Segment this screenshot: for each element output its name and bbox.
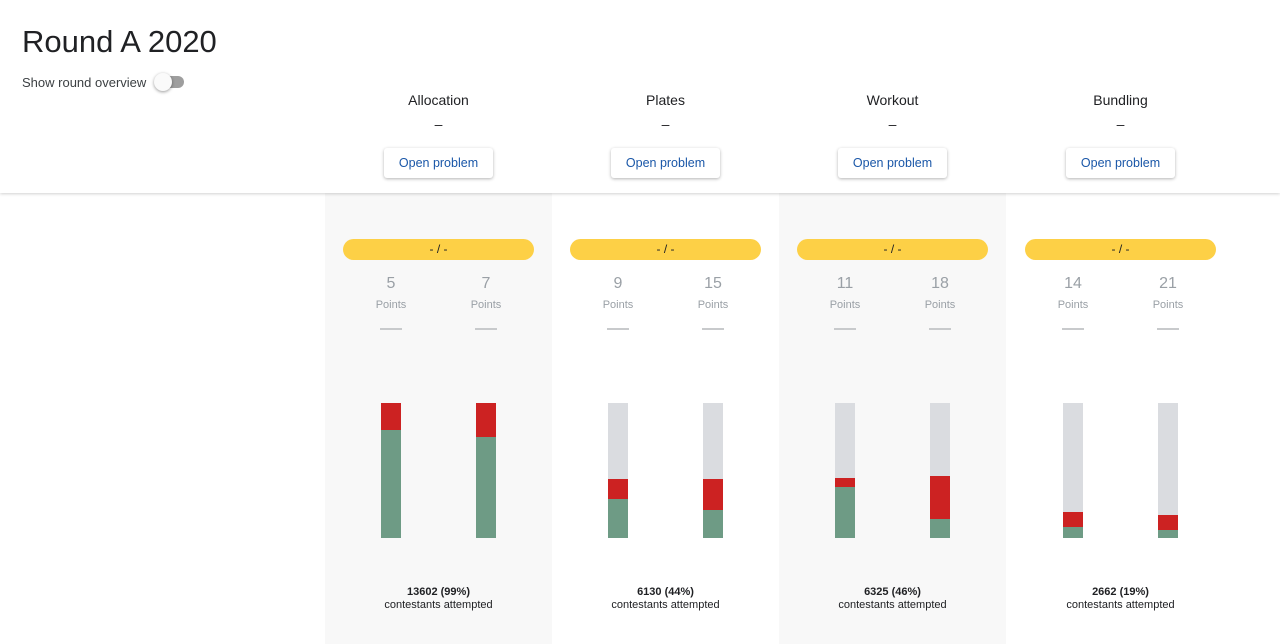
attempt-stats: 6130 (44%) contestants attempted	[552, 586, 779, 611]
attempt-label: contestants attempted	[1066, 599, 1175, 611]
subtask-points: 9	[613, 275, 623, 292]
subtask-bar	[1063, 403, 1083, 538]
subtask-points: 14	[1064, 275, 1082, 292]
subtask-score-dash	[380, 328, 402, 330]
attempt-label: contestants attempted	[611, 599, 720, 611]
bar-incorrect-segment	[835, 478, 855, 487]
problem-score: –	[1116, 116, 1125, 132]
subtask-points-label: Points	[697, 299, 729, 311]
attempt-label: contestants attempted	[838, 599, 947, 611]
problem-column-workout: - / - 11 Points 18 Points 6325 (46%) con…	[779, 193, 1006, 644]
subtask-2: 21 Points	[1138, 275, 1198, 330]
subtask-score-dash	[1062, 328, 1084, 330]
bar-correct-segment	[1158, 530, 1178, 538]
problem-score: –	[661, 116, 670, 132]
subtask-bar	[381, 403, 401, 538]
subtask-score-dash	[702, 328, 724, 330]
attempt-count: 13602 (99%)	[407, 586, 470, 598]
subtask-points: 5	[386, 275, 396, 292]
subtask-score-dash	[1157, 328, 1179, 330]
bar-correct-segment	[703, 510, 723, 538]
subtask-points-label: Points	[375, 299, 407, 311]
subtask-points: 21	[1159, 275, 1177, 292]
bar-incorrect-segment	[381, 403, 401, 430]
toggle-thumb	[154, 73, 173, 91]
bar-correct-segment	[1063, 527, 1083, 538]
subtask-bar	[1158, 403, 1178, 538]
subtask-score-dash	[834, 328, 856, 330]
page-title: Round A 2020	[22, 24, 217, 59]
bar-incorrect-segment	[930, 476, 950, 519]
open-problem-button-bundling[interactable]: Open problem	[1066, 148, 1175, 178]
problem-name: Workout	[866, 92, 919, 108]
subtask-points-label: Points	[1152, 299, 1184, 311]
bar-correct-segment	[930, 519, 950, 538]
subtask-score-dash	[475, 328, 497, 330]
subtask-1: 11 Points	[815, 275, 875, 330]
attempt-stats: 13602 (99%) contestants attempted	[325, 586, 552, 611]
problem-header-plates: Plates – Open problem	[552, 92, 779, 178]
problem-name: Plates	[646, 92, 685, 108]
subtask-points: 18	[931, 275, 949, 292]
round-header: Round A 2020 Show round overview Allocat…	[0, 0, 1280, 193]
subtask-points-label: Points	[1057, 299, 1089, 311]
subtask-bar	[835, 403, 855, 538]
subtask-2: 18 Points	[910, 275, 970, 330]
subtask-bar	[703, 403, 723, 538]
subtask-2: 15 Points	[683, 275, 743, 330]
bar-incorrect-segment	[1158, 515, 1178, 530]
problem-header-workout: Workout – Open problem	[779, 92, 1006, 178]
score-pill: - / -	[797, 239, 988, 260]
problem-column-bundling: - / - 14 Points 21 Points 2662 (19%) con…	[1007, 193, 1234, 644]
score-pill: - / -	[1025, 239, 1216, 260]
bar-correct-segment	[608, 499, 628, 538]
problem-name: Bundling	[1093, 92, 1148, 108]
open-problem-button-workout[interactable]: Open problem	[838, 148, 947, 178]
subtask-bar	[476, 403, 496, 538]
subtask-score-dash	[929, 328, 951, 330]
attempt-stats: 6325 (46%) contestants attempted	[779, 586, 1006, 611]
subtask-bar	[608, 403, 628, 538]
bar-correct-segment	[381, 430, 401, 538]
overview-toggle-label: Show round overview	[22, 74, 147, 90]
subtask-1: 14 Points	[1043, 275, 1103, 330]
open-problem-button-allocation[interactable]: Open problem	[384, 148, 493, 178]
overview-toggle-switch[interactable]	[154, 73, 185, 91]
problem-score: –	[434, 116, 443, 132]
subtask-points-label: Points	[924, 299, 956, 311]
subtask-1: 5 Points	[361, 275, 421, 330]
attempt-count: 6130 (44%)	[637, 586, 694, 598]
bar-incorrect-segment	[476, 403, 496, 437]
bar-incorrect-segment	[608, 479, 628, 499]
problem-header-bundling: Bundling – Open problem	[1007, 92, 1234, 178]
bar-incorrect-segment	[703, 479, 723, 510]
attempt-count: 2662 (19%)	[1092, 586, 1149, 598]
problem-name: Allocation	[408, 92, 469, 108]
attempt-label: contestants attempted	[384, 599, 493, 611]
open-problem-button-plates[interactable]: Open problem	[611, 148, 720, 178]
subtask-points-label: Points	[470, 299, 502, 311]
subtask-points: 7	[481, 275, 491, 292]
bar-correct-segment	[476, 437, 496, 538]
score-pill: - / -	[570, 239, 761, 260]
subtask-points-label: Points	[829, 299, 861, 311]
subtask-2: 7 Points	[456, 275, 516, 330]
score-pill: - / -	[343, 239, 534, 260]
bar-correct-segment	[835, 487, 855, 538]
problem-header-allocation: Allocation – Open problem	[325, 92, 552, 178]
problem-column-plates: - / - 9 Points 15 Points 6130 (44%) cont…	[552, 193, 779, 644]
subtask-points: 15	[704, 275, 722, 292]
overview-toggle-row: Show round overview	[22, 73, 185, 91]
bar-incorrect-segment	[1063, 512, 1083, 527]
subtask-bar	[930, 403, 950, 538]
attempt-stats: 2662 (19%) contestants attempted	[1007, 586, 1234, 611]
problem-score: –	[888, 116, 897, 132]
subtask-points-label: Points	[602, 299, 634, 311]
subtask-points: 11	[836, 275, 854, 292]
subtask-1: 9 Points	[588, 275, 648, 330]
problem-column-allocation: - / - 5 Points 7 Points 13602 (99%) cont…	[325, 193, 552, 644]
attempt-count: 6325 (46%)	[864, 586, 921, 598]
subtask-score-dash	[607, 328, 629, 330]
